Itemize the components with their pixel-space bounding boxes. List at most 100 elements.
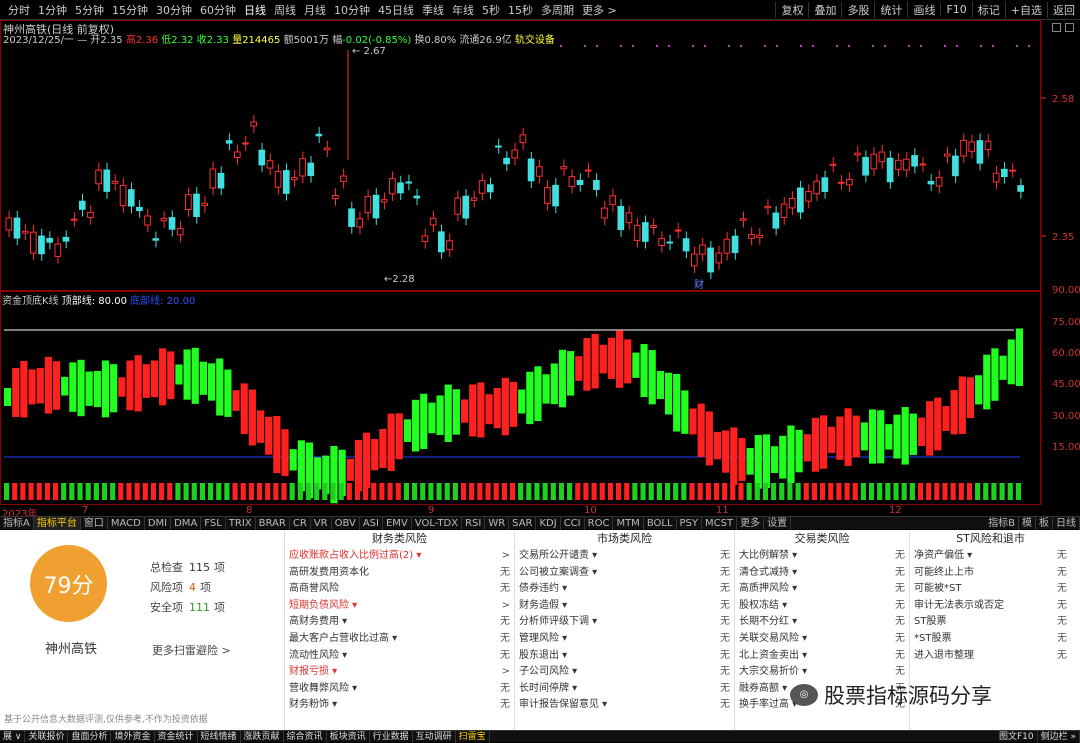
toolbar-button[interactable]: 返回 bbox=[1047, 1, 1080, 18]
risk-row[interactable]: *ST股票 无 bbox=[910, 631, 1071, 648]
bottom-tab[interactable]: 涨跌贡献 bbox=[241, 730, 284, 743]
risk-row[interactable]: 财务粉饰 ▾ 无 bbox=[285, 697, 514, 714]
risk-row[interactable]: 子公司风险 ▾ 无 bbox=[515, 664, 734, 681]
period-tab[interactable]: 5秒 bbox=[478, 2, 504, 18]
indicator-tab[interactable]: OBV bbox=[332, 516, 360, 530]
risk-row[interactable]: 高质押风险 ▾ 无 bbox=[735, 581, 909, 598]
indicator-tab[interactable]: FSL bbox=[201, 516, 226, 530]
indicator-tab[interactable]: 设置 bbox=[764, 516, 792, 530]
risk-row[interactable]: 关联交易风险 ▾ 无 bbox=[735, 631, 909, 648]
indicator-tab[interactable]: SAR bbox=[509, 516, 537, 530]
period-tab[interactable]: 日线 bbox=[240, 2, 270, 18]
indicator-tab[interactable]: EMV bbox=[383, 516, 412, 530]
indicator-tab[interactable]: ROC bbox=[585, 516, 614, 530]
period-tab[interactable]: 15秒 bbox=[504, 2, 537, 18]
toolbar-button[interactable]: 画线 bbox=[907, 1, 940, 18]
toolbar-button[interactable]: +自选 bbox=[1004, 1, 1047, 18]
toolbar-button[interactable]: 叠加 bbox=[808, 1, 841, 18]
period-tab[interactable]: 60分钟 bbox=[196, 2, 240, 18]
indicator-tab[interactable]: VR bbox=[311, 516, 332, 530]
risk-row[interactable]: 审计报告保留意见 ▾ 无 bbox=[515, 697, 734, 714]
indicator-tab-right[interactable]: 板 bbox=[1036, 517, 1053, 530]
indicator-tab[interactable]: 指标A bbox=[0, 516, 34, 530]
indicator-tab-right[interactable]: 指标B bbox=[985, 517, 1019, 530]
period-tab[interactable]: 月线 bbox=[300, 2, 330, 18]
indicator-tab-right[interactable]: 模 bbox=[1019, 517, 1036, 530]
risk-row[interactable]: 营收舞弊风险 ▾ 无 bbox=[285, 681, 514, 698]
indicator-tab[interactable]: 窗口 bbox=[81, 516, 108, 530]
risk-row[interactable]: 审计无法表示或否定 无 bbox=[910, 598, 1071, 615]
indicator-tab-right[interactable]: 日线 bbox=[1053, 517, 1080, 530]
period-tab[interactable]: 年线 bbox=[448, 2, 478, 18]
period-tab[interactable]: 5分钟 bbox=[71, 2, 108, 18]
period-tab[interactable]: 多周期 bbox=[537, 2, 578, 18]
risk-row[interactable]: 短期负债风险 ▾ > bbox=[285, 598, 514, 615]
risk-row[interactable]: 大比例解禁 ▾ 无 bbox=[735, 548, 909, 565]
risk-row[interactable]: 分析师评级下调 ▾ 无 bbox=[515, 614, 734, 631]
period-tab[interactable]: 15分钟 bbox=[108, 2, 152, 18]
risk-row[interactable]: 股权冻结 ▾ 无 bbox=[735, 598, 909, 615]
indicator-tab[interactable]: MTM bbox=[613, 516, 644, 530]
bottom-tab[interactable]: 关联报价 bbox=[25, 730, 69, 743]
bottom-tab[interactable]: 展 ∨ bbox=[0, 730, 26, 743]
indicator-tab[interactable]: 更多 bbox=[737, 516, 765, 530]
bottom-tab[interactable]: 扫雷宝 bbox=[456, 730, 490, 743]
bottom-right-tab[interactable]: 侧边栏 » bbox=[1038, 730, 1080, 743]
risk-row[interactable]: 长期不分红 ▾ 无 bbox=[735, 614, 909, 631]
indicator-tab[interactable]: RSI bbox=[462, 516, 486, 530]
risk-row[interactable]: 股东退出 ▾ 无 bbox=[515, 648, 734, 665]
indicator-tab[interactable]: ASI bbox=[360, 516, 383, 530]
risk-row[interactable]: 高财务费用 ▾ 无 bbox=[285, 614, 514, 631]
period-tab[interactable]: 45日线 bbox=[374, 2, 418, 18]
risk-row[interactable]: ST股票 无 bbox=[910, 614, 1071, 631]
risk-row[interactable]: 大宗交易折价 ▾ 无 bbox=[735, 664, 909, 681]
risk-row[interactable]: 财报亏损 ▾ > bbox=[285, 664, 514, 681]
risk-row[interactable]: 净资产偏低 ▾ 无 bbox=[910, 548, 1071, 565]
indicator-tab[interactable]: TRIX bbox=[226, 516, 256, 530]
indicator-tab[interactable]: CR bbox=[290, 516, 311, 530]
risk-row[interactable]: 高研发费用资本化 无 bbox=[285, 565, 514, 582]
bottom-tab[interactable]: 盘面分析 bbox=[68, 730, 112, 743]
indicator-tab[interactable]: DMA bbox=[171, 516, 202, 530]
period-tab[interactable]: 周线 bbox=[270, 2, 300, 18]
period-tab[interactable]: 1分钟 bbox=[34, 2, 71, 18]
period-tab[interactable]: 10分钟 bbox=[330, 2, 374, 18]
indicator-tab[interactable]: BOLL bbox=[644, 516, 677, 530]
bottom-right-tab[interactable]: 图文F10 bbox=[996, 730, 1038, 743]
period-tab[interactable]: 30分钟 bbox=[152, 2, 196, 18]
indicator-tab[interactable]: PSY bbox=[677, 516, 703, 530]
close-icon[interactable] bbox=[1065, 23, 1074, 32]
risk-row[interactable]: 长时间停牌 ▾ 无 bbox=[515, 681, 734, 698]
risk-row[interactable]: 高商誉风险 无 bbox=[285, 581, 514, 598]
period-tab[interactable]: 更多 > bbox=[578, 2, 621, 18]
indicator-tab[interactable]: MACD bbox=[108, 516, 145, 530]
indicator-tab[interactable]: DMI bbox=[145, 516, 172, 530]
bottom-tab[interactable]: 境外资金 bbox=[111, 730, 155, 743]
period-tab[interactable]: 分时 bbox=[4, 2, 34, 18]
restore-icon[interactable] bbox=[1052, 23, 1061, 32]
indicator-tab[interactable]: KDJ bbox=[536, 516, 561, 530]
bottom-tab[interactable]: 互动调研 bbox=[413, 730, 456, 743]
more-scan-link[interactable]: 更多扫雷避险 > bbox=[152, 642, 231, 658]
risk-row[interactable]: 债券违约 ▾ 无 bbox=[515, 581, 734, 598]
indicator-tab[interactable]: VOL-TDX bbox=[412, 516, 463, 530]
risk-row[interactable]: 进入退市整理 无 bbox=[910, 648, 1071, 665]
risk-row[interactable]: 管理风险 ▾ 无 bbox=[515, 631, 734, 648]
bottom-tab[interactable]: 板块资讯 bbox=[327, 730, 370, 743]
risk-row[interactable]: 公司被立案调查 ▾ 无 bbox=[515, 565, 734, 582]
indicator-tab[interactable]: CCI bbox=[561, 516, 585, 530]
bottom-tab[interactable]: 综合资讯 bbox=[284, 730, 327, 743]
toolbar-button[interactable]: 多股 bbox=[841, 1, 874, 18]
toolbar-button[interactable]: F10 bbox=[940, 3, 971, 16]
risk-row[interactable]: 可能终止上市 无 bbox=[910, 565, 1071, 582]
toolbar-button[interactable]: 复权 bbox=[775, 1, 808, 18]
risk-row[interactable]: 应收账款占收入比例过高(2) ▾ > bbox=[285, 548, 514, 565]
risk-row[interactable]: 最大客户占营收比过高 ▾ 无 bbox=[285, 631, 514, 648]
risk-row[interactable]: 北上资金卖出 ▾ 无 bbox=[735, 648, 909, 665]
bottom-tab[interactable]: 资金统计 bbox=[155, 730, 198, 743]
risk-row[interactable]: 清仓式减持 ▾ 无 bbox=[735, 565, 909, 582]
indicator-tab[interactable]: 指标平台 bbox=[33, 516, 81, 530]
risk-row[interactable]: 财务造假 ▾ 无 bbox=[515, 598, 734, 615]
indicator-tab[interactable]: BRAR bbox=[256, 516, 290, 530]
risk-row[interactable]: 可能被*ST 无 bbox=[910, 581, 1071, 598]
